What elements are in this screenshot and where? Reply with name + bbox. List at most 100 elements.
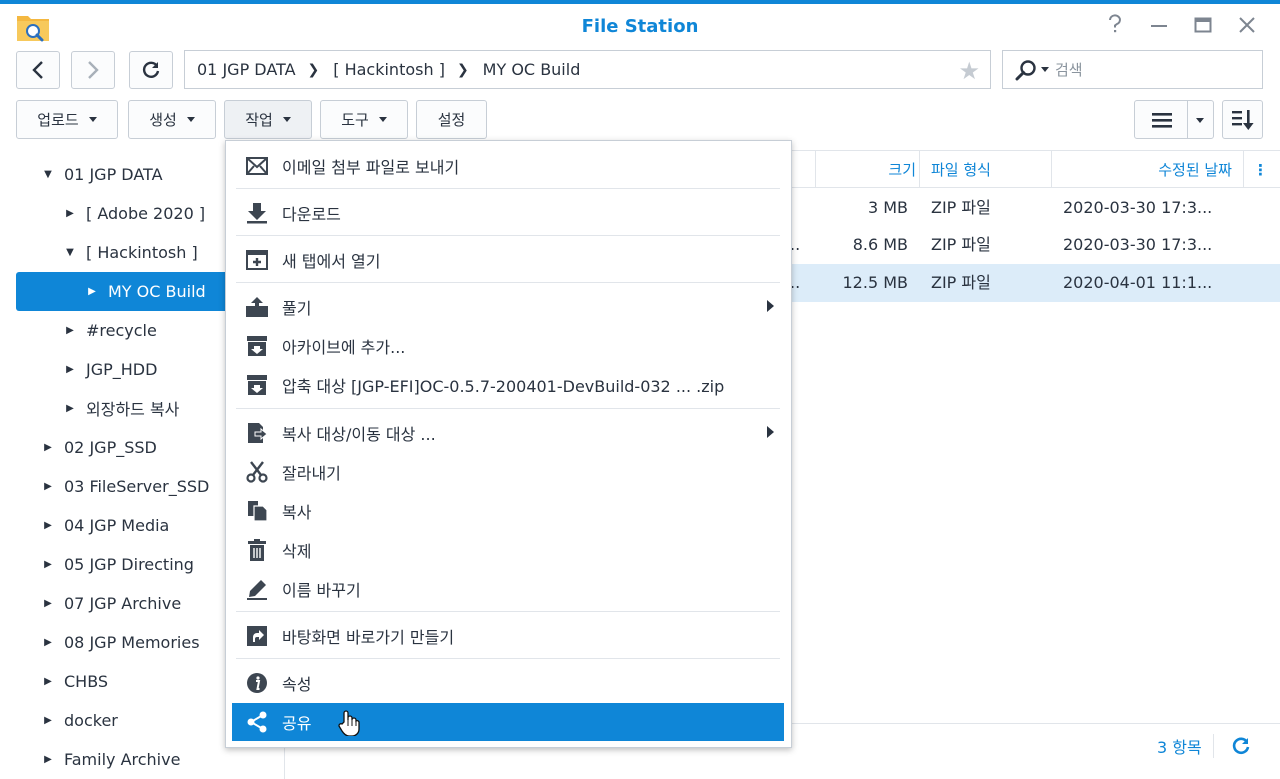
menu-item-label: 공유 <box>282 714 312 733</box>
tree-item-label: 07 JGP Archive <box>64 593 182 613</box>
search-placeholder: 검색 <box>1055 61 1083 79</box>
back-button[interactable] <box>16 51 60 89</box>
tree-item-my-oc-build[interactable]: ▶ MY OC Build <box>84 272 206 310</box>
tree-item-04-jgp-media[interactable]: ▶ 04 JGP Media <box>40 506 169 544</box>
tree-item-label: CHBS <box>64 671 109 691</box>
close-icon[interactable] <box>1234 14 1260 40</box>
tree-item-02-jgp-ssd[interactable]: ▶ 02 JGP_SSD <box>40 428 157 466</box>
file-type-cell: ZIP 파일 <box>931 235 991 254</box>
shortcut-icon <box>244 623 270 649</box>
refresh-button[interactable] <box>129 51 173 89</box>
path-bar[interactable]: 01 JGP DATA ❯ [ Hackintosh ] ❯ MY OC Bui… <box>184 50 991 89</box>
favorite-star-icon[interactable]: ★ <box>958 57 980 85</box>
tools-label: 도구 <box>341 111 369 129</box>
tree-item-07-jgp-archive[interactable]: ▶ 07 JGP Archive <box>40 584 181 622</box>
collapsed-arrow-icon[interactable]: ▶ <box>40 442 56 453</box>
collapsed-arrow-icon[interactable]: ▶ <box>62 208 78 219</box>
tree-item-jgp-hdd[interactable]: ▶ JGP_HDD <box>62 350 157 388</box>
tree-item-chbs[interactable]: ▶ CHBS <box>40 662 108 700</box>
tree-item-label: [ Hackintosh ] <box>86 242 198 262</box>
help-icon[interactable] <box>1102 14 1128 40</box>
submenu-arrow-icon <box>767 300 774 312</box>
tree-item-08-jgp-memories[interactable]: ▶ 08 JGP Memories <box>40 623 199 661</box>
breadcrumb-item[interactable]: [ Hackintosh ] <box>333 60 445 79</box>
list-view-icon <box>1152 112 1172 128</box>
hand-cursor-icon <box>338 710 360 736</box>
collapsed-arrow-icon[interactable]: ▶ <box>62 403 78 414</box>
menu-item-share[interactable]: 공유 <box>232 703 784 741</box>
menu-item-copy[interactable]: 복사 <box>232 492 784 530</box>
share-icon <box>244 709 270 735</box>
collapsed-arrow-icon[interactable]: ▶ <box>40 559 56 570</box>
create-button[interactable]: 생성 <box>128 100 216 139</box>
menu-item-extract[interactable]: 풀기 <box>232 288 784 326</box>
upload-button[interactable]: 업로드 <box>16 100 118 139</box>
tree-item-01-jgp-data[interactable]: ▼ 01 JGP DATA <box>40 155 162 193</box>
menu-item-email-attachment[interactable]: 이메일 첨부 파일로 보내기 <box>232 147 784 185</box>
collapsed-arrow-icon[interactable]: ▶ <box>40 754 56 765</box>
new-tab-icon <box>244 247 270 273</box>
collapsed-arrow-icon[interactable]: ▶ <box>40 715 56 726</box>
menu-item-properties[interactable]: 속성 <box>232 664 784 702</box>
menu-item-desktop-shortcut[interactable]: 바탕화면 바로가기 만들기 <box>232 617 784 655</box>
view-mode-button[interactable] <box>1134 100 1214 139</box>
collapsed-arrow-icon[interactable]: ▶ <box>40 637 56 648</box>
pencil-icon <box>244 576 270 602</box>
collapsed-arrow-icon[interactable]: ▶ <box>62 325 78 336</box>
menu-item-label: 다운로드 <box>282 205 341 224</box>
collapsed-arrow-icon[interactable]: ▶ <box>40 481 56 492</box>
action-button[interactable]: 작업 <box>224 100 312 139</box>
refresh-icon[interactable] <box>1231 736 1251 756</box>
menu-item-add-to-archive[interactable]: 아카이브에 추가... <box>232 327 784 365</box>
tree-item-hackintosh[interactable]: ▼ [ Hackintosh ] <box>62 233 198 271</box>
expanded-arrow-icon[interactable]: ▼ <box>62 247 78 258</box>
sort-button[interactable] <box>1222 100 1263 139</box>
tree-item-05-jgp-directing[interactable]: ▶ 05 JGP Directing <box>40 545 194 583</box>
menu-item-cut[interactable]: 잘라내기 <box>232 453 784 491</box>
menu-item-label: 삭제 <box>282 542 312 561</box>
file-modified-cell: 2020-03-30 17:3... <box>1063 198 1213 217</box>
maximize-icon[interactable] <box>1190 14 1216 40</box>
caret-down-icon[interactable] <box>1196 118 1204 123</box>
collapsed-arrow-icon[interactable]: ▶ <box>84 286 100 297</box>
action-context-menu: 이메일 첨부 파일로 보내기 다운로드 새 탭에서 열기 풀기 아카이브에 추가… <box>225 140 792 748</box>
caret-down-icon <box>186 117 195 122</box>
forward-button[interactable] <box>71 51 115 89</box>
tree-item-external-copy[interactable]: ▶ 외장하드 복사 <box>62 389 179 427</box>
menu-separator <box>236 408 780 409</box>
collapsed-arrow-icon[interactable]: ▶ <box>40 520 56 531</box>
menu-item-compress-to[interactable]: 압축 대상 [JGP-EFI]OC-0.5.7-200401-DevBuild-… <box>232 366 784 404</box>
menu-item-copy-move[interactable]: 복사 대상/이동 대상 ... <box>232 414 784 452</box>
tree-item-docker[interactable]: ▶ docker <box>40 701 118 739</box>
menu-item-rename[interactable]: 이름 바꾸기 <box>232 570 784 608</box>
column-header-size[interactable]: 크기 <box>816 151 916 189</box>
file-modified-cell: 2020-04-01 11:1... <box>1063 273 1213 292</box>
column-header-type[interactable]: 파일 형식 <box>931 151 991 189</box>
collapsed-arrow-icon[interactable]: ▶ <box>62 364 78 375</box>
settings-button[interactable]: 설정 <box>416 100 487 139</box>
menu-item-download[interactable]: 다운로드 <box>232 194 784 232</box>
minimize-icon[interactable] <box>1146 14 1172 40</box>
collapsed-arrow-icon[interactable]: ▶ <box>40 598 56 609</box>
menu-item-label: 이메일 첨부 파일로 보내기 <box>282 158 460 177</box>
tree-item-family-archive[interactable]: ▶ Family Archive <box>40 740 180 778</box>
expanded-arrow-icon[interactable]: ▼ <box>40 169 56 180</box>
search-options-caret-icon[interactable] <box>1041 67 1049 72</box>
menu-item-open-new-tab[interactable]: 새 탭에서 열기 <box>232 241 784 279</box>
chevron-left-icon <box>32 61 43 79</box>
tree-item-recycle[interactable]: ▶ #recycle <box>62 311 157 349</box>
scissors-icon <box>244 459 270 485</box>
breadcrumb-item[interactable]: 01 JGP DATA <box>197 60 296 79</box>
tools-button[interactable]: 도구 <box>320 100 408 139</box>
tree-item-adobe-2020[interactable]: ▶ [ Adobe 2020 ] <box>62 194 205 232</box>
column-header-modified[interactable]: 수정된 날짜 <box>1052 151 1232 189</box>
collapsed-arrow-icon[interactable]: ▶ <box>40 676 56 687</box>
menu-item-label: 풀기 <box>282 299 312 318</box>
breadcrumb-item[interactable]: MY OC Build <box>483 60 581 79</box>
tree-item-03-fileserver-ssd[interactable]: ▶ 03 FileServer_SSD <box>40 467 209 505</box>
search-field[interactable]: 검색 <box>1002 50 1263 89</box>
button-divider <box>1187 101 1188 138</box>
item-count: 3 항목 <box>1157 738 1202 757</box>
menu-item-delete[interactable]: 삭제 <box>232 531 784 569</box>
column-options-icon[interactable]: ⋮ <box>1253 151 1268 189</box>
